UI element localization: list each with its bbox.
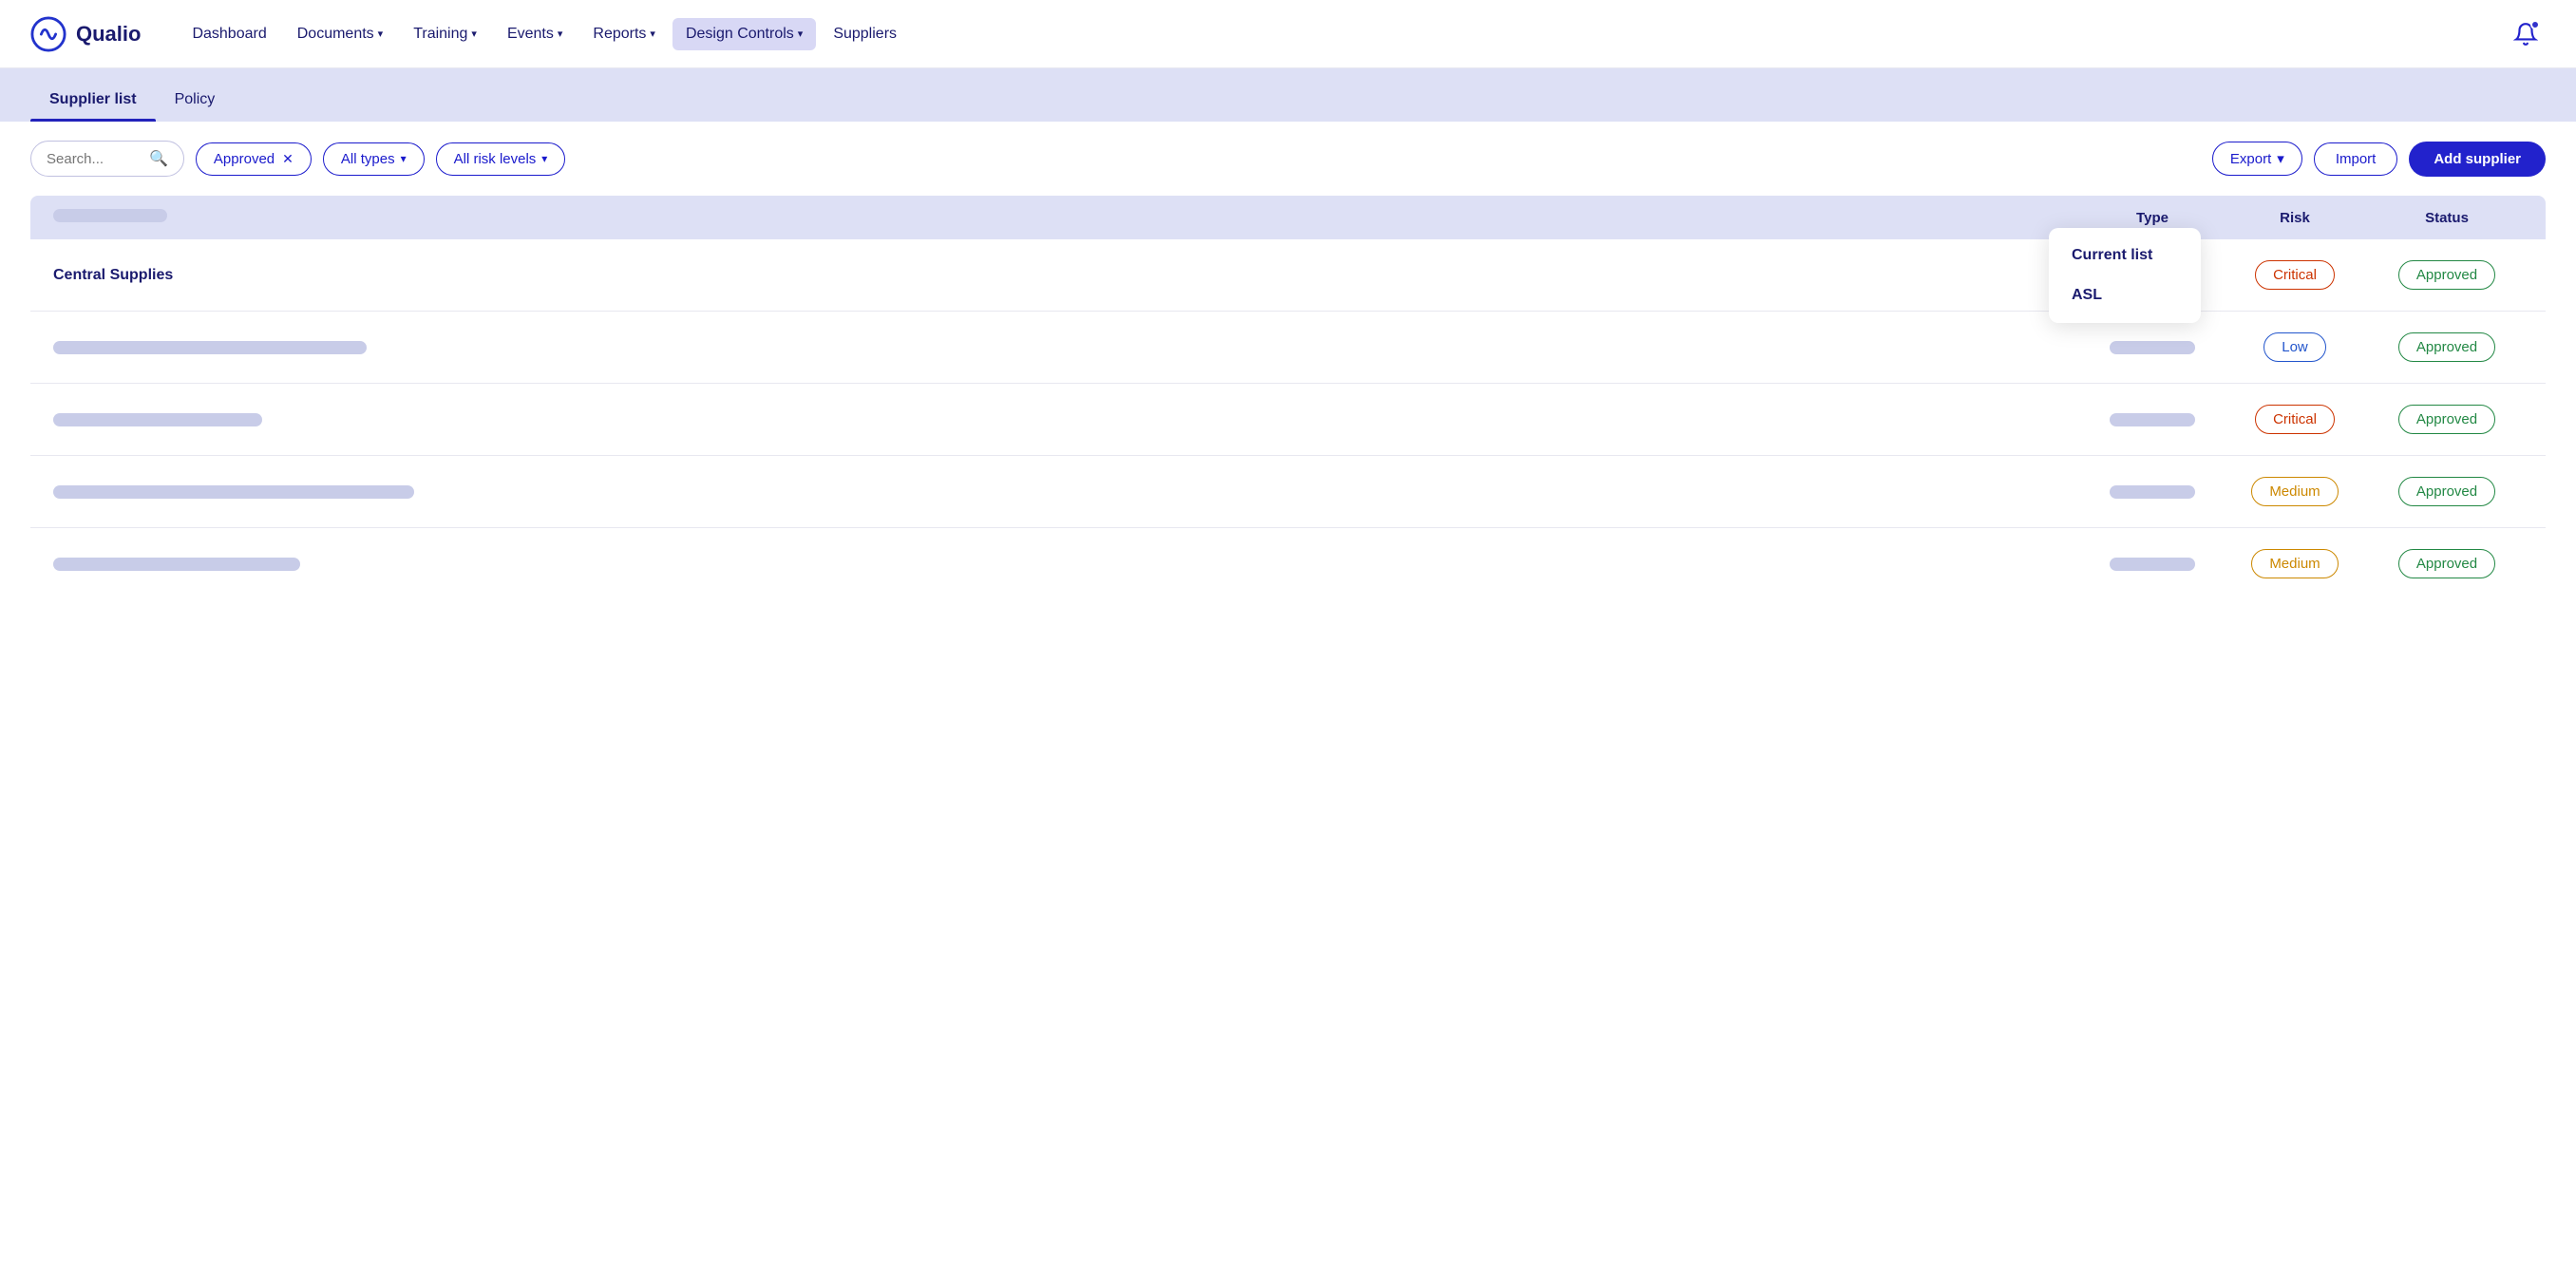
remove-approved-filter-icon[interactable]: ✕ [282,151,294,167]
name-placeholder [53,558,300,571]
nav-events-label: Events [507,26,554,43]
all-types-filter-button[interactable]: All types ▾ [323,142,425,176]
table-row[interactable]: Medium Approved [30,528,2546,599]
nav-links: Dashboard Documents ▾ Training ▾ Events … [179,18,2506,50]
row-supplier-name: Central Supplies [53,267,2086,284]
column-header-name [53,209,2086,226]
status-badge-approved: Approved [2398,260,2495,290]
nav-right [2506,14,2546,54]
risk-badge-low: Low [2263,332,2326,362]
export-dropdown: Current list ASL [2049,228,2201,323]
all-types-filter-label: All types [341,151,395,167]
logo[interactable]: Qualio [30,16,141,52]
header-placeholder [53,209,167,222]
row-type-cell [2086,341,2219,354]
row-supplier-name-placeholder [53,485,2086,499]
search-input[interactable] [47,151,142,167]
row-type-cell [2086,413,2219,426]
type-placeholder [2110,485,2195,499]
row-supplier-name-placeholder [53,413,2086,426]
export-asl-item[interactable]: ASL [2049,275,2201,315]
risk-badge-medium: Medium [2251,477,2338,506]
type-placeholder [2110,341,2195,354]
approved-filter-label: Approved [214,151,275,167]
column-header-risk: Risk [2219,210,2371,226]
name-placeholder [53,485,414,499]
status-badge-approved: Approved [2398,549,2495,578]
table-row[interactable]: Critical Approved [30,384,2546,456]
search-icon: 🔍 [149,149,168,168]
nav-dashboard-label: Dashboard [192,26,266,43]
export-button[interactable]: Export ▾ [2212,142,2302,176]
row-risk-cell: Medium [2219,477,2371,506]
nav-item-documents[interactable]: Documents ▾ [284,18,396,50]
chevron-down-icon: ▾ [541,152,547,165]
add-supplier-label: Add supplier [2434,151,2521,167]
row-status-cell: Approved [2371,477,2523,506]
chevron-down-icon: ▾ [558,28,563,40]
export-current-list-item[interactable]: Current list [2049,236,2201,275]
import-button[interactable]: Import [2314,142,2398,176]
row-type-cell [2086,485,2219,499]
row-status-cell: Approved [2371,260,2523,290]
all-risk-levels-filter-button[interactable]: All risk levels ▾ [436,142,566,176]
row-status-cell: Approved [2371,405,2523,434]
nav-training-label: Training [413,26,467,43]
tab-bar: Supplier list Policy [0,68,2576,122]
nav-suppliers-label: Suppliers [833,26,897,43]
risk-badge-medium: Medium [2251,549,2338,578]
column-header-type: Type [2086,210,2219,226]
risk-badge-critical: Critical [2255,260,2335,290]
row-risk-cell: Critical [2219,260,2371,290]
chevron-down-icon: ▾ [798,28,804,40]
chevron-down-icon: ▾ [650,28,655,40]
toolbar: 🔍 Approved ✕ All types ▾ All risk levels… [0,122,2576,196]
nav-design-controls-label: Design Controls [686,26,794,43]
status-badge-approved: Approved [2398,405,2495,434]
name-placeholder [53,341,367,354]
chevron-down-icon: ▾ [401,152,407,165]
table-row[interactable]: Medium Approved [30,456,2546,528]
nav-reports-label: Reports [593,26,646,43]
row-risk-cell: Medium [2219,549,2371,578]
name-placeholder [53,413,262,426]
row-risk-cell: Critical [2219,405,2371,434]
status-badge-approved: Approved [2398,477,2495,506]
row-supplier-name-placeholder [53,558,2086,571]
approved-filter-button[interactable]: Approved ✕ [196,142,312,176]
notification-dot [2530,20,2540,29]
nav-item-training[interactable]: Training ▾ [400,18,490,50]
type-placeholder [2110,558,2195,571]
export-label: Export [2230,151,2271,167]
nav-item-suppliers[interactable]: Suppliers [820,18,910,50]
tab-supplier-list[interactable]: Supplier list [30,80,156,122]
row-status-cell: Approved [2371,332,2523,362]
row-risk-cell: Low [2219,332,2371,362]
navbar: Qualio Dashboard Documents ▾ Training ▾ … [0,0,2576,68]
status-badge-approved: Approved [2398,332,2495,362]
nav-item-reports[interactable]: Reports ▾ [579,18,669,50]
column-header-status: Status [2371,210,2523,226]
nav-item-dashboard[interactable]: Dashboard [179,18,279,50]
row-type-cell [2086,558,2219,571]
import-label: Import [2336,151,2377,167]
row-status-cell: Approved [2371,549,2523,578]
nav-documents-label: Documents [297,26,374,43]
chevron-down-icon: ▾ [378,28,384,40]
tab-policy[interactable]: Policy [156,80,235,122]
logo-text: Qualio [76,22,141,47]
notification-bell-button[interactable] [2506,14,2546,54]
nav-item-events[interactable]: Events ▾ [494,18,576,50]
type-placeholder [2110,413,2195,426]
search-box[interactable]: 🔍 [30,141,184,177]
row-supplier-name-placeholder [53,341,2086,354]
add-supplier-button[interactable]: Add supplier [2409,142,2546,177]
chevron-down-icon: ▾ [471,28,477,40]
chevron-down-icon: ▾ [2277,150,2284,167]
all-risk-levels-filter-label: All risk levels [454,151,537,167]
nav-item-design-controls[interactable]: Design Controls ▾ [672,18,816,50]
logo-icon [30,16,66,52]
risk-badge-critical: Critical [2255,405,2335,434]
